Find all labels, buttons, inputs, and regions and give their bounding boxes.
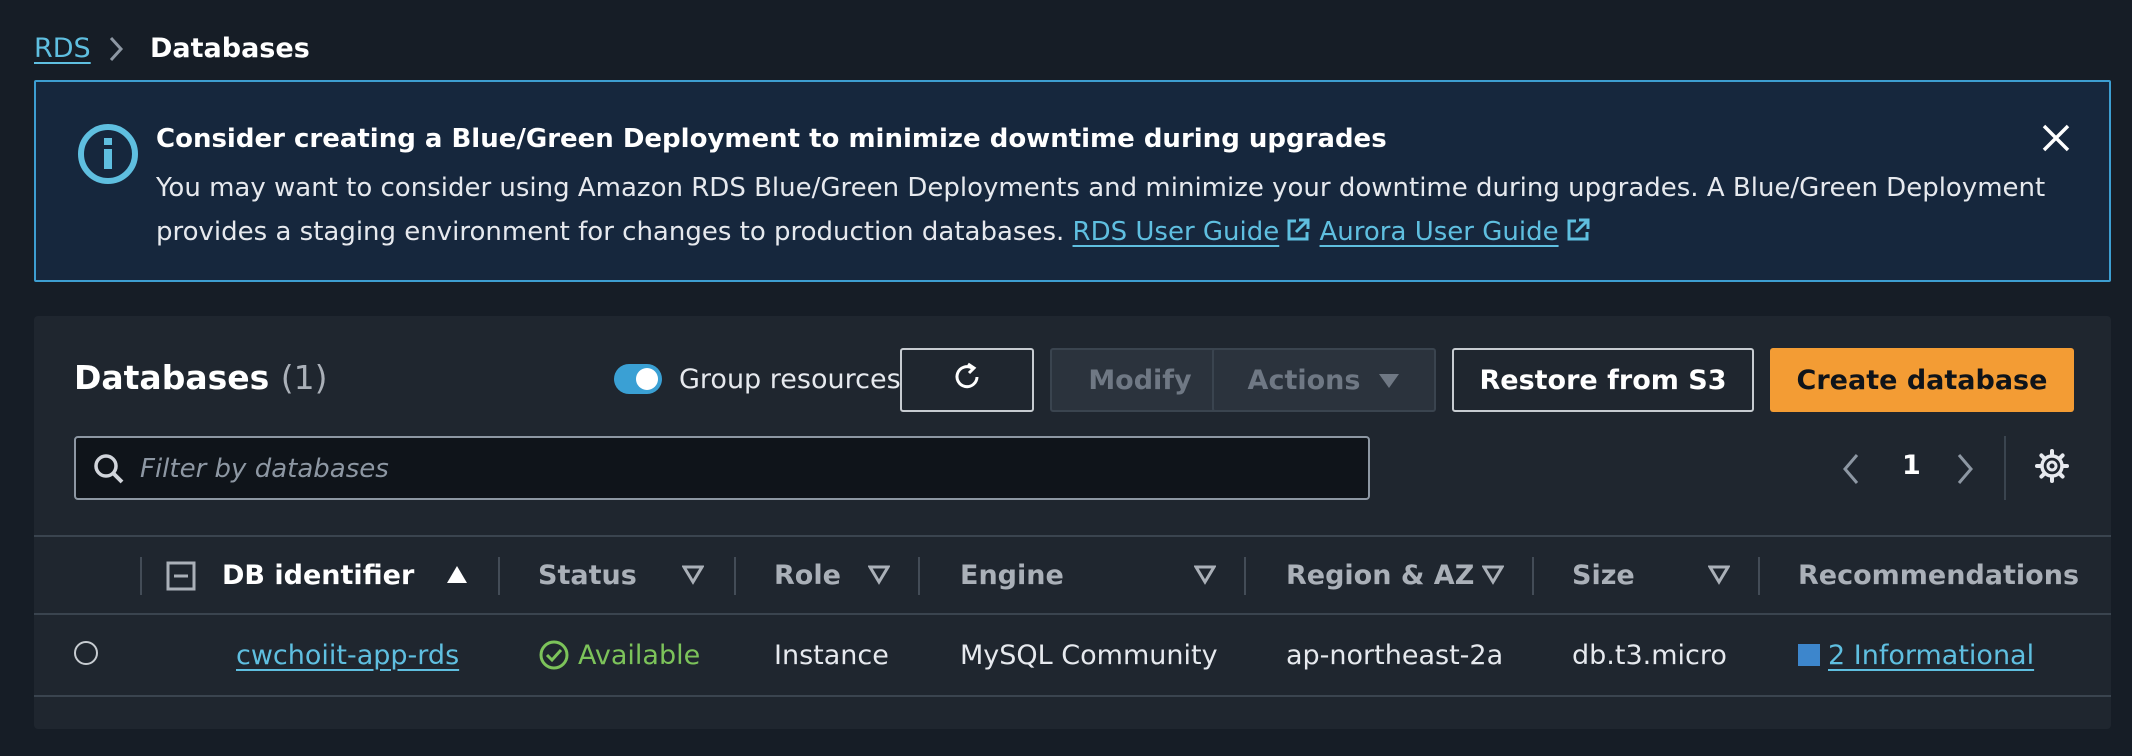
table-header: DB identifier Status Role Engine Region … — [34, 535, 2111, 615]
collapse-all-icon[interactable] — [166, 561, 196, 595]
previous-page-icon[interactable] — [1840, 452, 1862, 490]
banner-body: You may want to consider using Amazon RD… — [156, 166, 2056, 257]
gear-icon[interactable] — [2034, 448, 2070, 488]
column-role[interactable]: Role — [774, 537, 841, 613]
modify-button[interactable]: Modify — [1050, 348, 1230, 412]
check-circle-icon — [538, 639, 570, 671]
sort-icon[interactable] — [681, 565, 705, 589]
caret-down-icon — [1378, 365, 1400, 396]
column-separator — [498, 557, 500, 595]
cell-region-az: ap-northeast-2a — [1286, 639, 1504, 671]
column-separator — [140, 557, 142, 595]
rds-user-guide-link[interactable]: RDS User Guide — [1073, 217, 1312, 247]
refresh-button[interactable] — [900, 348, 1034, 412]
databases-panel: Databases (1) Group resources Modify Act… — [34, 316, 2111, 729]
info-icon — [76, 122, 140, 190]
breadcrumb-current: Databases — [150, 33, 310, 64]
banner-title: Consider creating a Blue/Green Deploymen… — [156, 124, 1387, 154]
chevron-right-icon — [106, 34, 126, 68]
cell-engine: MySQL Community — [960, 639, 1218, 671]
db-identifier-link[interactable]: cwchoiit-app-rds — [236, 640, 459, 671]
toggle-knob — [636, 368, 658, 390]
actions-button[interactable]: Actions — [1212, 348, 1436, 412]
breadcrumb-rds-link[interactable]: RDS — [34, 33, 91, 64]
restore-from-s3-button[interactable]: Restore from S3 — [1452, 348, 1754, 412]
column-engine[interactable]: Engine — [960, 537, 1064, 613]
create-database-button[interactable]: Create database — [1770, 348, 2074, 412]
table-row: cwchoiit-app-rds Available Instance MySQ… — [34, 615, 2111, 697]
panel-title: Databases (1) — [74, 358, 328, 397]
column-db-identifier[interactable]: DB identifier — [222, 537, 414, 613]
database-count: (1) — [280, 358, 328, 397]
sort-icon[interactable] — [1481, 565, 1505, 589]
column-recommendations[interactable]: Recommendations — [1798, 537, 2079, 613]
external-link-icon — [1565, 213, 1591, 257]
column-region-az[interactable]: Region & AZ — [1286, 537, 1474, 613]
external-link-icon — [1285, 213, 1311, 257]
status-text: Available — [578, 639, 701, 671]
group-resources-label: Group resources — [679, 364, 901, 395]
cell-db-identifier[interactable]: cwchoiit-app-rds — [236, 615, 459, 695]
info-square-icon — [1798, 644, 1820, 666]
group-resources-toggle[interactable] — [614, 364, 662, 394]
column-separator — [1758, 557, 1760, 595]
sort-icon[interactable] — [867, 565, 891, 589]
current-page-number[interactable]: 1 — [1902, 450, 1921, 481]
column-separator — [734, 557, 736, 595]
search-icon — [92, 452, 126, 490]
sort-icon[interactable] — [1193, 565, 1217, 589]
column-separator — [1244, 557, 1246, 595]
recommendations-link[interactable]: 2 Informational — [1828, 640, 2034, 671]
info-banner: Consider creating a Blue/Green Deploymen… — [34, 80, 2111, 282]
next-page-icon[interactable] — [1954, 452, 1976, 490]
filter-databases-input[interactable] — [138, 438, 1342, 500]
banner-body-line2: provides a staging environment for chang… — [156, 217, 1065, 247]
pager-divider — [2004, 436, 2006, 500]
sort-icon[interactable] — [1707, 565, 1731, 589]
column-separator — [1532, 557, 1534, 595]
column-status[interactable]: Status — [538, 537, 637, 613]
close-icon[interactable] — [2038, 120, 2074, 160]
cell-recommendations[interactable]: 2 Informational — [1798, 615, 2034, 695]
cell-role: Instance — [774, 639, 889, 671]
banner-body-line1: You may want to consider using Amazon RD… — [156, 173, 2046, 203]
cell-size: db.t3.micro — [1572, 639, 1727, 671]
cell-status: Available — [538, 615, 700, 695]
sort-ascending-icon[interactable] — [446, 565, 468, 589]
column-size[interactable]: Size — [1572, 537, 1635, 613]
filter-search — [74, 436, 1370, 500]
aurora-user-guide-link[interactable]: Aurora User Guide — [1320, 217, 1591, 247]
refresh-icon — [950, 360, 984, 401]
row-select-radio[interactable] — [74, 641, 98, 665]
column-separator — [918, 557, 920, 595]
